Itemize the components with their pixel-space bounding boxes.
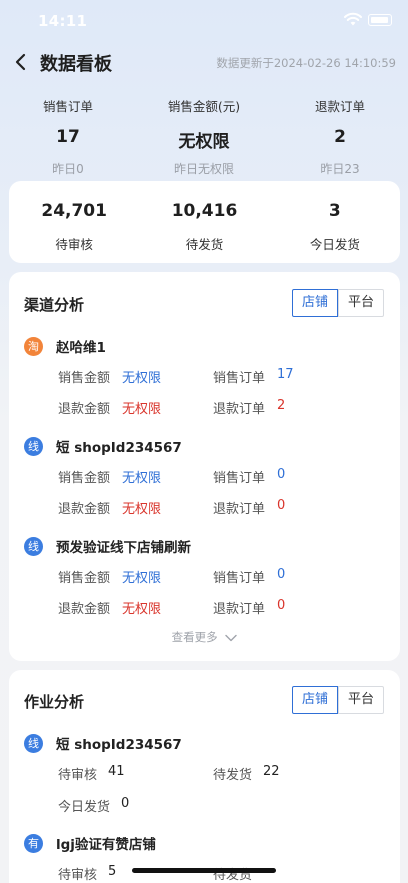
stat-value: 17 bbox=[56, 127, 80, 147]
top-stats: 销售订单 17 昨日0 销售金额(元) 无权限 昨日无权限 退款订单 2 昨日2… bbox=[0, 96, 408, 176]
update-time: 数据更新于2024-02-26 14:10:59 bbox=[216, 56, 396, 70]
sales-amount-label: 销售金额 bbox=[58, 371, 111, 386]
refund-orders-value: 2 bbox=[277, 398, 286, 413]
summary-today-shipped[interactable]: 3 今日发货 bbox=[270, 181, 400, 263]
sales-amount-value: 无权限 bbox=[122, 371, 162, 386]
shop-name: 短 shopId234567 bbox=[56, 737, 182, 753]
summary-value: 24,701 bbox=[41, 201, 107, 221]
summary-pending-review[interactable]: 24,701 待审核 bbox=[9, 181, 139, 263]
youzan-badge-icon: 有 bbox=[24, 833, 43, 853]
sales-orders-label: 销售订单 bbox=[213, 371, 266, 386]
pending-ship-value: 22 bbox=[263, 764, 280, 779]
stat-sales-amount[interactable]: 销售金额(元) 无权限 昨日无权限 bbox=[136, 96, 272, 176]
back-arrow-icon[interactable] bbox=[12, 50, 32, 74]
refund-amount-value: 无权限 bbox=[122, 402, 162, 417]
stat-yesterday: 昨日0 bbox=[52, 162, 84, 176]
home-indicator bbox=[132, 868, 276, 873]
sales-orders-label: 销售订单 bbox=[213, 571, 266, 586]
today-ship-value: 0 bbox=[121, 796, 130, 811]
refund-orders-label: 退款订单 bbox=[213, 602, 266, 617]
stat-label: 退款订单 bbox=[314, 99, 365, 114]
offline-store-badge-icon: 线 bbox=[24, 436, 43, 456]
summary-card: 24,701 待审核 10,416 待发货 3 今日发货 bbox=[9, 181, 400, 263]
operation-toggle: 店铺 平台 bbox=[292, 686, 384, 714]
stat-yesterday: 昨日23 bbox=[320, 162, 360, 176]
tab-platform[interactable]: 平台 bbox=[338, 686, 384, 714]
channel-toggle: 店铺 平台 bbox=[292, 289, 384, 317]
stat-label: 销售金额(元) bbox=[167, 99, 241, 114]
nav-bar: 数据看板 数据更新于2024-02-26 14:10:59 bbox=[0, 44, 408, 80]
channel-section-title: 渠道分析 bbox=[24, 296, 87, 316]
refund-orders-value: 0 bbox=[277, 598, 286, 613]
tab-store[interactable]: 店铺 bbox=[292, 686, 338, 714]
refund-orders-label: 退款订单 bbox=[213, 402, 266, 417]
stat-yesterday: 昨日无权限 bbox=[173, 162, 234, 176]
pending-review-value: 41 bbox=[108, 764, 125, 779]
sales-amount-label: 销售金额 bbox=[58, 571, 111, 586]
today-ship-label: 今日发货 bbox=[58, 800, 111, 815]
tab-store[interactable]: 店铺 bbox=[292, 289, 338, 317]
sales-amount-label: 销售金额 bbox=[58, 471, 111, 486]
view-more-button[interactable]: 查看更多 bbox=[9, 629, 400, 645]
sales-orders-label: 销售订单 bbox=[213, 471, 266, 486]
tab-platform[interactable]: 平台 bbox=[338, 289, 384, 317]
refund-amount-label: 退款金额 bbox=[58, 602, 111, 617]
summary-pending-ship[interactable]: 10,416 待发货 bbox=[139, 181, 269, 263]
battery-icon bbox=[368, 14, 392, 26]
offline-store-badge-icon: 线 bbox=[24, 536, 43, 556]
wifi-icon bbox=[344, 12, 362, 26]
pending-review-label: 待审核 bbox=[58, 868, 98, 883]
refund-orders-value: 0 bbox=[277, 498, 286, 513]
status-time: 14:11 bbox=[38, 12, 88, 30]
pending-review-label: 待审核 bbox=[58, 768, 98, 783]
refund-amount-value: 无权限 bbox=[122, 502, 162, 517]
refund-amount-label: 退款金额 bbox=[58, 502, 111, 517]
sales-orders-value: 17 bbox=[277, 367, 294, 382]
sales-amount-value: 无权限 bbox=[122, 471, 162, 486]
shop-name: lgj验证有赞店铺 bbox=[56, 837, 156, 853]
pending-review-value: 5 bbox=[108, 864, 117, 879]
summary-value: 3 bbox=[328, 201, 341, 221]
shop-name: 赵哈维1 bbox=[56, 340, 106, 356]
channel-analysis-card: 渠道分析 店铺 平台 淘 赵哈维1 销售金额 无权限 销售订单 17 退款金额 … bbox=[9, 272, 400, 661]
view-more-label: 查看更多 bbox=[171, 630, 218, 644]
pending-ship-label: 待发货 bbox=[213, 868, 253, 883]
taobao-badge-icon: 淘 bbox=[24, 336, 43, 356]
stat-value: 2 bbox=[334, 127, 346, 147]
summary-label: 今日发货 bbox=[309, 237, 360, 252]
stat-refund-orders[interactable]: 退款订单 2 昨日23 bbox=[272, 96, 408, 176]
refund-orders-label: 退款订单 bbox=[213, 502, 266, 517]
sales-orders-value: 0 bbox=[277, 467, 286, 482]
stat-value: 无权限 bbox=[178, 132, 230, 152]
stat-label: 销售订单 bbox=[42, 99, 93, 114]
sales-orders-value: 0 bbox=[277, 567, 286, 582]
operation-section-title: 作业分析 bbox=[24, 693, 87, 713]
pending-ship-label: 待发货 bbox=[213, 768, 253, 783]
chevron-down-icon bbox=[225, 634, 238, 641]
summary-value: 10,416 bbox=[171, 201, 238, 221]
operation-analysis-card: 作业分析 店铺 平台 线 短 shopId234567 待审核 41 待发货 2… bbox=[9, 670, 400, 883]
sales-amount-value: 无权限 bbox=[122, 571, 162, 586]
shop-name: 短 shopId234567 bbox=[56, 440, 182, 456]
offline-store-badge-icon: 线 bbox=[24, 733, 43, 753]
page-title: 数据看板 bbox=[40, 54, 112, 75]
summary-label: 待发货 bbox=[185, 237, 224, 252]
stat-sales-orders[interactable]: 销售订单 17 昨日0 bbox=[0, 96, 136, 176]
shop-name: 预发验证线下店铺刷新 bbox=[56, 540, 191, 556]
refund-amount-value: 无权限 bbox=[122, 602, 162, 617]
summary-label: 待审核 bbox=[55, 237, 93, 252]
refund-amount-label: 退款金额 bbox=[58, 402, 111, 417]
status-bar: 14:11 bbox=[0, 0, 408, 44]
